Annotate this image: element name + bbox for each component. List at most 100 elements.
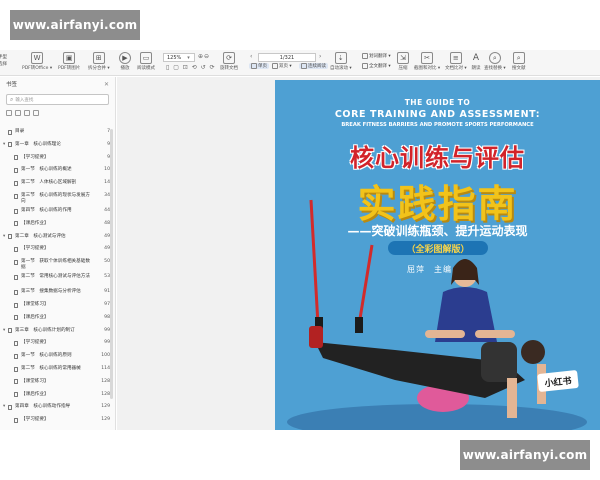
toc-item[interactable]: 【学习提要】 129 [0, 417, 110, 423]
add-bookmark-icon[interactable] [24, 110, 30, 116]
cover-zh-title2: 实践指南 [357, 182, 518, 226]
close-icon[interactable]: ✕ [104, 81, 109, 88]
cover-en-line3: BREAK FITNESS BARRIERS AND PROMOTE SPORT… [341, 122, 534, 128]
toc-item[interactable]: 第二节 核心训练的常用器械 114 [0, 366, 110, 372]
toc-item[interactable]: ▾ 第四章 核心训练动作指导 129 [0, 404, 110, 410]
cover-zh-title1: 核心训练与评估 [350, 144, 525, 172]
full-translate-icon [362, 63, 368, 69]
toolbar-hand-tool[interactable]: 手型 选择 [0, 51, 7, 75]
toc-item-label: 第二节 常用核心测试与评估方法 [21, 274, 90, 280]
bookmark-icon [8, 234, 12, 240]
bookmark-icon [14, 315, 18, 321]
cover-en-line2: CORE TRAINING AND ASSESSMENT: [334, 109, 541, 120]
bookmark-search-input[interactable]: ⌕ 输入查找 [6, 94, 109, 105]
expand-all-icon[interactable] [6, 110, 12, 116]
bookmark-icon [14, 417, 18, 423]
search-icon: ⌕ [512, 52, 525, 64]
read-aloud-button[interactable]: A 朗读 [470, 51, 482, 75]
chevron-down-icon[interactable]: ▾ [3, 404, 5, 410]
toc-item-label: 第一章 核心训练理论 [15, 141, 61, 147]
single-page-icon [251, 63, 257, 69]
toc-item[interactable]: 目录 7 [0, 129, 110, 135]
toc-item-page: 128 [101, 378, 110, 384]
bookmark-icon [8, 404, 12, 410]
toc-item-label: 第二章 核心测试与评估 [15, 233, 66, 239]
chevron-down-icon[interactable]: ▾ [3, 142, 5, 148]
double-page-button[interactable]: 双页 ▾ [272, 63, 292, 69]
toc-item[interactable]: ▾ 第一章 核心训练理论 9 [0, 142, 110, 148]
prev-page-icon[interactable]: ‹ [250, 53, 253, 60]
split-merge-button[interactable]: ⊞ 拆分合并 ▾ [88, 51, 110, 75]
translate-button[interactable]: 划词翻译 ▾ [362, 53, 391, 59]
toc-item-page: 128 [101, 391, 110, 397]
toc-item-page: 9 [107, 141, 110, 147]
search-icon: ⌕ [10, 95, 14, 103]
continuous-read-button[interactable]: 连续阅读 [299, 63, 328, 69]
pdf-to-image-button[interactable]: ▣ PDF转图片 [58, 51, 80, 75]
toc-item[interactable]: 【课后作业】 48 [0, 221, 110, 227]
view-tools-row[interactable]: ▯ ▢ ⊡ ⟲ ↺ ⟳ [166, 64, 216, 71]
toc-item[interactable]: 【课堂练习】 128 [0, 379, 110, 385]
chevron-down-icon[interactable]: ▾ [3, 328, 5, 334]
toc-item[interactable]: 【学习提要】 49 [0, 246, 110, 252]
toc-item[interactable]: ▾ 第二章 核心测试与评估 49 [0, 234, 110, 240]
toc-item-page: 44 [104, 208, 110, 213]
bookmark-icon [8, 142, 12, 148]
toc-item[interactable]: 【学习提要】 99 [0, 340, 110, 346]
sidebar-scrollbar[interactable] [110, 129, 113, 399]
page-number-input[interactable]: 1/321 [258, 53, 316, 62]
toc-item[interactable]: 第二节 人体核心区域解剖 14 [0, 180, 110, 186]
collapse-all-icon[interactable] [15, 110, 21, 116]
toc-item-page: 48 [104, 220, 110, 226]
search-literature-button[interactable]: ⌕ 搜文献 [512, 51, 526, 75]
toc-item[interactable]: 第三节 搜集数据与分析评估 91 [0, 289, 110, 295]
single-page-button[interactable]: 单页 [249, 63, 269, 69]
toc-item-label: 第二节 核心训练的常用器械 [21, 366, 81, 371]
rotate-doc-button[interactable]: ⟳ 旋转文档 [220, 51, 238, 75]
auto-scroll-button[interactable]: ⇣ 自动滚动 ▾ [330, 51, 352, 75]
toc-item[interactable]: 第一节 核心训练的原则 100 [0, 353, 110, 359]
book-cover-page: THE GUIDE TO CORE TRAINING AND ASSESSMEN… [275, 80, 600, 430]
toc-item-label: 第四节 核心训练的作用 [21, 208, 72, 213]
play-icon: ▶ [119, 52, 131, 64]
toc-item[interactable]: 第四节 核心训练的作用 44 [0, 208, 110, 214]
screenshot-compare-button[interactable]: ✂ 截图和对比 ▾ [414, 51, 440, 75]
zoom-select[interactable]: 125% ▾ [163, 53, 195, 62]
bookmark-icon [8, 328, 12, 334]
toc-item[interactable]: 【学习提要】 9 [0, 155, 110, 161]
toc-item[interactable]: 【课后作业】 128 [0, 392, 110, 398]
toc-item[interactable]: 第一节 获取个体训练相关基础数据 50 [0, 259, 110, 270]
compress-button[interactable]: ⇲ 压缩 [397, 51, 409, 75]
reading-mode-button[interactable]: ▭ 阅读模式 [137, 51, 155, 75]
chevron-down-icon[interactable]: ▾ [3, 234, 5, 240]
next-page-icon[interactable]: › [319, 53, 322, 60]
zoom-controls[interactable]: ⊕⊖ [198, 53, 210, 60]
play-button[interactable]: ▶ 播放 [119, 51, 131, 75]
find-replace-button[interactable]: ⌕ 查找替换 ▾ [484, 51, 506, 75]
auto-scroll-icon: ⇣ [334, 52, 347, 64]
toc-item-label: 第一节 核心训练的概述 [21, 167, 72, 173]
cover-en-line1: THE GUIDE TO [404, 98, 471, 107]
toc-item[interactable]: ▾ 第三章 核心训练计划的制订 99 [0, 328, 110, 334]
bookmark-icon [14, 193, 18, 199]
text-compare-icon: ≡ [449, 52, 462, 64]
delete-bookmark-icon[interactable] [33, 110, 39, 116]
sidebar-title: 书签 [6, 82, 18, 88]
toc-item-page: 49 [104, 246, 110, 252]
pdf-to-office-button[interactable]: W PDF转Office ▾ [22, 51, 52, 75]
toc-item-label: 【学习提要】 [21, 417, 49, 423]
toc-item[interactable]: 第二节 常用核心测试与评估方法 53 [0, 274, 110, 285]
toc-item-label: 第一节 核心训练的原则 [21, 353, 72, 359]
pdf-to-image-icon: ▣ [63, 52, 76, 64]
full-translate-button[interactable]: 全文翻译 ▾ [362, 63, 391, 69]
read-aloud-icon: A [472, 52, 480, 63]
toc-item-page: 91 [104, 289, 110, 295]
toc-item-page: 98 [104, 314, 110, 320]
pdf-to-office-icon: W [31, 52, 44, 64]
toc-item[interactable]: 第一节 核心训练的概述 10 [0, 167, 110, 173]
toc-item[interactable]: 【课堂练习】 97 [0, 302, 110, 308]
toc-item-page: 129 [101, 404, 110, 410]
text-compare-button[interactable]: ≡ 文档比对 ▾ [445, 51, 467, 75]
toc-item[interactable]: 第三节 核心训练的现状与发展方向 34 [0, 193, 110, 204]
toc-item[interactable]: 【课后作业】 98 [0, 315, 110, 321]
